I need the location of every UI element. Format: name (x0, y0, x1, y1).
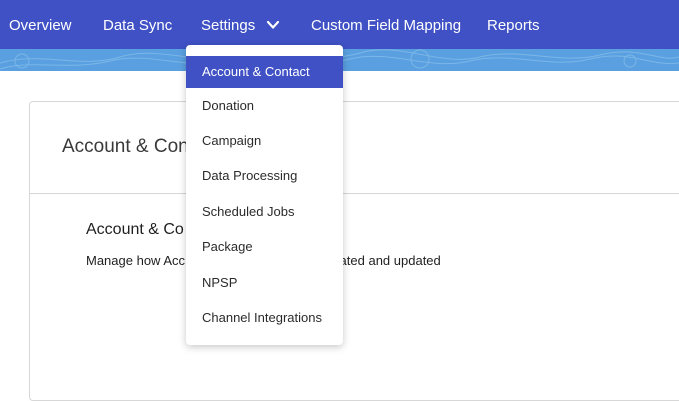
menu-item-scheduled-jobs[interactable]: Scheduled Jobs (186, 196, 343, 228)
chevron-down-icon[interactable] (266, 18, 280, 32)
menu-item-package[interactable]: Package (186, 231, 343, 263)
nav-item-settings[interactable]: Settings (201, 0, 255, 49)
section-description-end: reated and updated (328, 253, 441, 268)
nav-item-reports[interactable]: Reports (487, 0, 540, 49)
nav-item-overview[interactable]: Overview (9, 0, 72, 49)
menu-item-channel-integrations[interactable]: Channel Integrations (186, 302, 343, 334)
nav-item-data-sync[interactable]: Data Sync (103, 0, 172, 49)
section-description-start: Manage how Acc (86, 253, 186, 268)
nav-item-custom-field-mapping[interactable]: Custom Field Mapping (311, 0, 461, 49)
settings-dropdown-menu: Account & Contact Donation Campaign Data… (186, 45, 343, 345)
card-header: Account & Con (30, 102, 679, 194)
menu-item-donation[interactable]: Donation (186, 90, 343, 122)
top-nav: Overview Data Sync Settings Custom Field… (0, 0, 679, 49)
menu-item-npsp[interactable]: NPSP (186, 267, 343, 299)
menu-item-data-processing[interactable]: Data Processing (186, 160, 343, 192)
section-description: Manage how Acc (86, 253, 185, 268)
section-title: Account & Co (86, 221, 184, 238)
card-title: Account & Con (62, 136, 189, 157)
menu-item-account-contact[interactable]: Account & Contact (186, 56, 343, 88)
settings-card: Account & Con Account & Co Manage how Ac… (29, 101, 679, 401)
menu-item-campaign[interactable]: Campaign (186, 125, 343, 157)
